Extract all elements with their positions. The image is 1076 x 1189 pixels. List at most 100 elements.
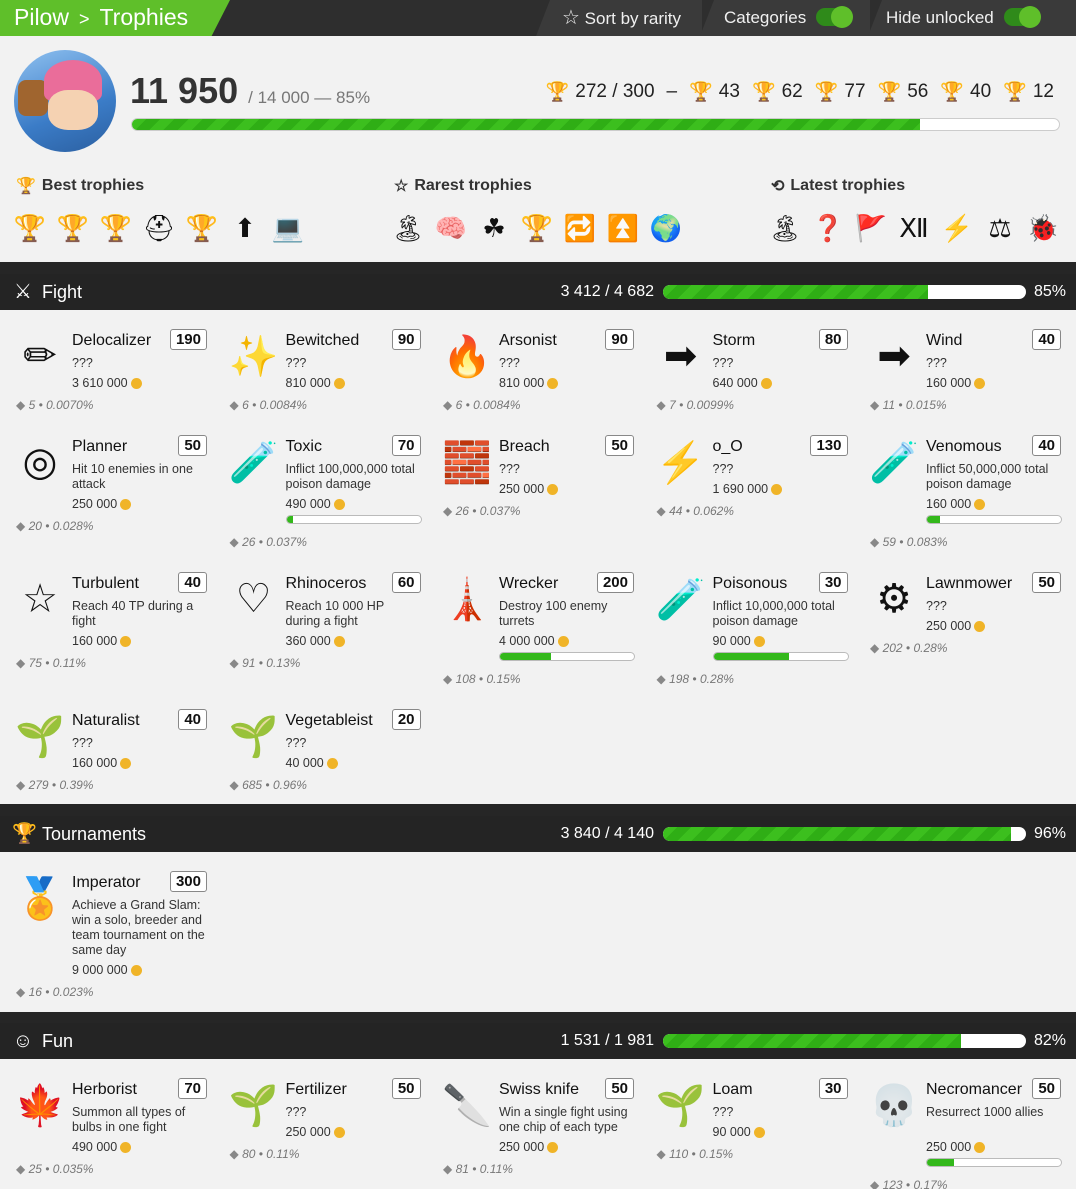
trophy-description: Hit 10 enemies in one attack — [72, 462, 193, 491]
coin-icon — [130, 378, 142, 390]
trophy-icon: ⚙ — [876, 577, 912, 621]
trophy-icon[interactable]: 🏆 — [57, 212, 89, 244]
trophy-reward: 490 000 — [286, 497, 345, 511]
trophy-icon: 🌱 — [15, 714, 65, 759]
count-total: 272 / 300 — [575, 81, 655, 102]
trophy-description: Achieve a Grand Slam: win a solo, breede… — [72, 898, 205, 957]
category-percent: 96% — [1033, 825, 1066, 842]
trophy-icon: 🏆 — [545, 82, 570, 103]
crossed-swords-icon: ⚔ — [14, 281, 32, 303]
trophy-progress-bar — [926, 515, 1062, 524]
trophy-card[interactable]: 💀 Necromancer 50 Resurrect 1000 allies 250 0… — [856, 1075, 1062, 1189]
trophy-card[interactable]: ➡ Storm 80??? 640 000 7 • 0.0099% — [643, 326, 848, 426]
trophy-icon[interactable]: ☘ — [478, 212, 510, 244]
trophy-points: 90 — [605, 329, 634, 350]
trophy-card[interactable]: ⚡ o_O 130??? 1 690 000 44 • 0.062% — [643, 432, 848, 562]
trophy-icon[interactable]: 🏆 — [14, 212, 46, 244]
trophy-card[interactable]: ➡ Wind 40??? 160 000 11 • 0.015% — [856, 326, 1061, 426]
category-bar-fun[interactable]: ☺ Fun 1 531 / 1 981 82% — [0, 1023, 1076, 1059]
reward-value: 360 000 — [285, 634, 331, 648]
trophy-icon: 🧪 — [228, 440, 279, 485]
trophy-icon[interactable]: ⚖ — [984, 212, 1016, 244]
trophy-rarity: 110 • 0.15% — [657, 1147, 733, 1161]
trophy-icon[interactable]: 💻 — [272, 212, 304, 244]
hide-unlocked-toggle[interactable]: Hide unlocked — [868, 0, 1076, 36]
trophy-icon: ♡ — [235, 577, 272, 621]
trophy-card[interactable]: 🌱 Vegetableist 20??? 40 000 685 • 0.96% — [216, 706, 421, 806]
trophy-icon[interactable]: Ⅻ — [898, 212, 930, 244]
trophy-card[interactable]: 🔥 Arsonist 90??? 810 000 6 • 0.0084% — [429, 326, 634, 426]
trophy-icon: ⚡ — [655, 440, 706, 485]
trophy-rarity: 25 • 0.035% — [16, 1162, 94, 1176]
category-fraction: 1 531 / 1 981 — [560, 1032, 654, 1049]
avatar[interactable] — [14, 50, 116, 152]
trophy-progress-fill — [713, 653, 789, 660]
trophy-card[interactable]: 🧪 Venomous 40 Inflict 50,000,000 total pois… — [856, 432, 1062, 562]
top-bar: Pilow > Trophies ☆ Sort by rarity Categori… — [0, 0, 1076, 36]
trophy-card[interactable]: ✏ Delocalizer 190??? 3 610 000 5 • 0.0070% — [2, 326, 207, 426]
trophy-icon[interactable]: 🏆 — [100, 212, 132, 244]
trophy-card[interactable]: 🧪 Toxic 70 Inflict 100,000,000 total poison… — [216, 432, 422, 562]
sort-by-rarity-button[interactable]: ☆ Sort by rarity — [536, 0, 702, 36]
categories-switch[interactable] — [816, 6, 854, 29]
trophy-title: Naturalist — [72, 712, 140, 729]
trophy-progress-bar — [285, 515, 422, 524]
breadcrumb-root[interactable]: Pilow — [14, 4, 69, 30]
trophy-card[interactable]: ☆ Turbulent 40 Reach 40 TP during a fight 16… — [2, 569, 207, 699]
trophy-card[interactable]: 🍁 Herborist 70 Summon all types of bulbs in… — [2, 1075, 207, 1185]
trophy-icon[interactable]: 🏆 — [521, 212, 553, 244]
trophy-icon[interactable]: 🔁 — [564, 212, 596, 244]
reward-value: 160 000 — [926, 376, 972, 390]
trophy-icon[interactable]: 🏝 — [769, 212, 802, 244]
reward-value: 4 000 000 — [499, 634, 555, 648]
category-progress-fill — [663, 1034, 961, 1048]
trophy-card[interactable]: 🌱 Naturalist 40??? 160 000 279 • 0.39% — [2, 706, 207, 806]
trophy-card[interactable]: ⚙ Lawnmower 50??? 250 000 202 • 0.28% — [856, 569, 1061, 699]
trophy-card[interactable]: 🧱 Breach 50??? 250 000 26 • 0.037% — [429, 432, 634, 562]
trophy-icon[interactable]: 🏆 — [186, 212, 218, 244]
trophy-icon[interactable]: 🐞 — [1027, 212, 1059, 244]
trophy-card[interactable]: 🏅 Imperator 300 Achieve a Grand Slam: win a… — [2, 868, 207, 1008]
trophy-icon[interactable]: ⛑ — [143, 212, 176, 244]
trophy-icon[interactable]: 🚩 — [855, 212, 887, 244]
trophy-card[interactable]: 🔪 Swiss knife 50 Win a single fight using o… — [429, 1075, 634, 1185]
reward-value: 90 000 — [712, 1125, 751, 1139]
trophy-rarity: 44 • 0.062% — [657, 504, 734, 518]
rarest-trophies-title: Rarest trophies — [414, 177, 532, 194]
score-detail: / 14 000 — 85% — [248, 88, 371, 107]
category-bar-fight[interactable]: ⚔ Fight 3 412 / 4 682 85% — [0, 274, 1076, 310]
trophy-description: ??? — [499, 356, 520, 370]
trophy-reward: 490 000 — [72, 1140, 132, 1154]
trophy-card[interactable]: 🌱 Fertilizer 50??? 250 000 80 • 0.11% — [216, 1075, 421, 1185]
trophy-card[interactable]: ✨ Bewitched 90??? 810 000 6 • 0.0084% — [216, 326, 421, 426]
trophy-icon[interactable]: 🧠 — [435, 212, 467, 244]
trophy-icon[interactable]: ⏫ — [607, 212, 639, 244]
trophy-icon[interactable]: ⚡ — [941, 212, 973, 244]
trophy-rarity: 108 • 0.15% — [443, 672, 521, 686]
trophy-icon[interactable]: 🌍 — [650, 212, 682, 244]
trophy-rarity: 26 • 0.037% — [443, 504, 521, 518]
trophy-icon[interactable]: ⬆ — [229, 212, 261, 244]
trophy-card[interactable]: 🧪 Poisonous 30 Inflict 10,000,000 total poi… — [643, 569, 849, 699]
trophy-description: Reach 40 TP during a fight — [72, 599, 194, 628]
trophy-icon[interactable]: ❓ — [812, 212, 844, 244]
trophy-rarity: 26 • 0.037% — [230, 535, 307, 549]
trophy-card[interactable]: ♡ Rhinoceros 60 Reach 10 000 HP during a fi… — [216, 569, 421, 699]
category-bar-tournaments[interactable]: 🏆 Tournaments 3 840 / 4 140 96% — [0, 816, 1076, 852]
reward-value: 250 000 — [72, 497, 118, 511]
trophy-card[interactable]: ◎ Planner 50 Hit 10 enemies in one attack 25… — [2, 432, 207, 562]
categories-toggle[interactable]: Categories — [700, 0, 870, 36]
trophy-card[interactable]: 🌱 Loam 30??? 90 000 110 • 0.15% — [643, 1075, 848, 1185]
count-dash: – — [666, 81, 678, 102]
trophy-title: Turbulent — [72, 575, 139, 592]
trophy-icon[interactable]: 🏝 — [392, 212, 425, 244]
trophy-icon: 🧪 — [869, 440, 919, 485]
latest-trophies-heading: ⟲ Latest trophies — [771, 176, 905, 196]
coin-icon — [974, 621, 986, 633]
hide-unlocked-switch[interactable] — [1003, 6, 1041, 29]
profile-panel: 11 950 / 14 000 — 85% 🏆 272 / 300 – 🏆 43 🏆… — [0, 36, 1076, 262]
trophy-card[interactable]: 🗼 Wrecker 200 Destroy 100 enemy turrets 4 00… — [429, 569, 635, 699]
trophy-title: Breach — [499, 438, 550, 455]
trophy-reward: 360 000 — [286, 634, 345, 648]
coin-icon — [753, 636, 765, 648]
